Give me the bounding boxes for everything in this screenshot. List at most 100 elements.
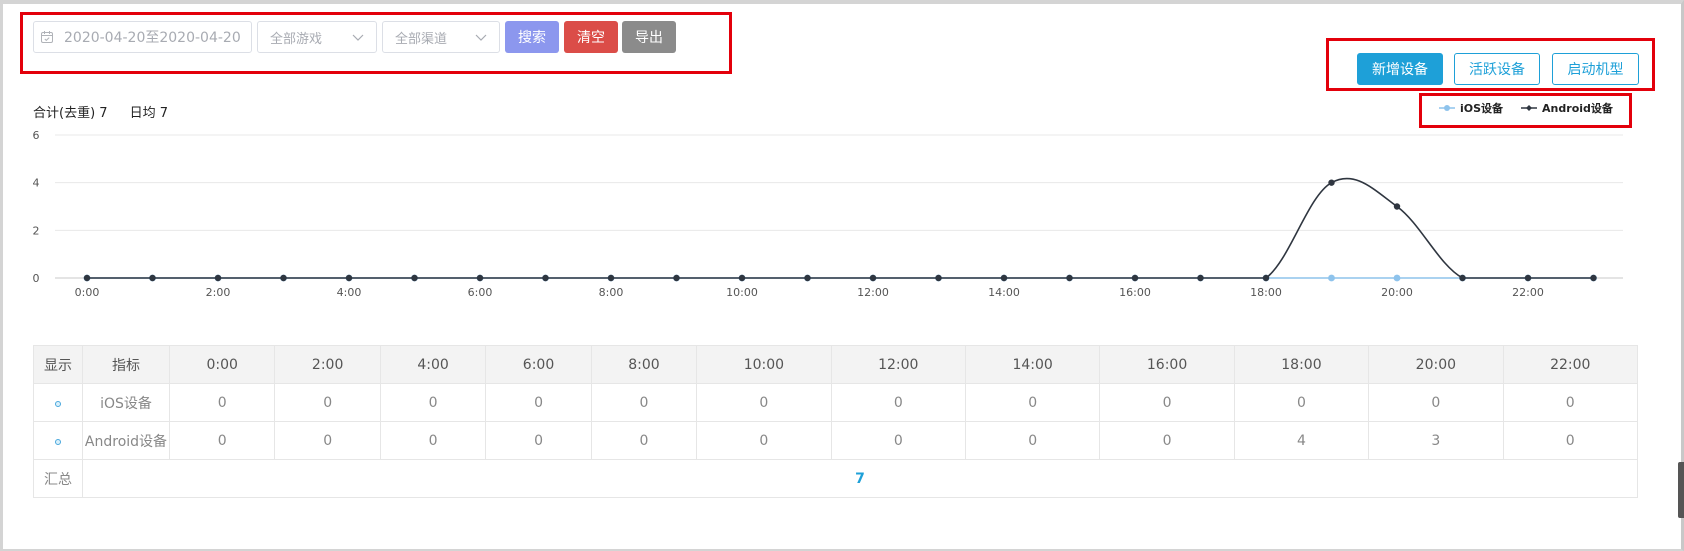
android-series-line — [86, 177, 1594, 279]
value-cell: 0 — [590, 383, 698, 422]
channel-select[interactable]: 全部渠道 — [382, 21, 500, 53]
header-metric: 指标 — [82, 345, 170, 384]
value-cell: 0 — [696, 383, 832, 422]
value-cell: 4 — [1233, 421, 1370, 460]
header-hour: 6:00 — [485, 345, 592, 384]
android-data-point — [1131, 274, 1139, 282]
series-visibility-dot-icon[interactable] — [55, 438, 61, 445]
android-data-point — [149, 274, 156, 282]
android-data-point — [1459, 274, 1466, 282]
android-data-point — [935, 274, 942, 282]
android-data-point — [1197, 274, 1204, 282]
android-data-point — [1000, 274, 1008, 282]
android-data-point — [280, 274, 287, 282]
metric-name-cell: iOS设备 — [82, 383, 170, 422]
y-tick-label: 0 — [33, 272, 40, 285]
tab-startup-models[interactable]: 启动机型 — [1552, 53, 1639, 85]
value-cell: 0 — [1099, 383, 1235, 422]
android-data-point — [542, 274, 549, 282]
android-data-point — [476, 274, 484, 282]
calendar-icon — [41, 31, 53, 43]
android-data-point — [214, 274, 222, 282]
chevron-down-icon — [352, 34, 364, 41]
value-cell: 0 — [590, 421, 698, 460]
value-cell: 0 — [696, 421, 832, 460]
header-hour: 22:00 — [1502, 345, 1639, 384]
x-tick-label: 10:00 — [726, 286, 758, 299]
x-tick-label: 0:00 — [75, 286, 100, 299]
value-cell: 0 — [274, 383, 381, 422]
clear-button[interactable]: 清空 — [564, 21, 618, 53]
summary-bar: 合计(去重) 7 日均 7 — [33, 102, 168, 121]
value-cell: 0 — [830, 421, 966, 460]
data-table: 显示 指标 0:00 2:00 4:00 6:00 8:00 10:00 12:00 14:00 1… — [33, 345, 1639, 498]
android-data-point — [1590, 274, 1597, 282]
date-range-picker[interactable]: 2020-04-20至2020-04-20 — [33, 21, 252, 53]
export-button[interactable]: 导出 — [622, 21, 676, 53]
header-hour: 14:00 — [964, 345, 1101, 384]
table-header-row: 显示 指标 0:00 2:00 4:00 6:00 8:00 10:00 12:00 14:00 1… — [33, 345, 1639, 384]
value-cell: 0 — [485, 383, 592, 422]
header-hour: 10:00 — [696, 345, 832, 384]
header-hour: 4:00 — [379, 345, 487, 384]
tab-new-devices[interactable]: 新增设备 — [1357, 53, 1443, 85]
table-row: Android设备 0 0 0 0 0 0 0 0 0 4 3 0 — [33, 421, 1639, 460]
y-tick-label: 4 — [33, 177, 40, 190]
table-total-row: 汇总 7 — [33, 459, 1638, 498]
metric-name-cell: Android设备 — [82, 421, 170, 460]
value-cell: 3 — [1368, 421, 1504, 460]
x-tick-label: 8:00 — [599, 286, 624, 299]
x-tick-label: 20:00 — [1381, 286, 1413, 299]
android-data-point — [1524, 274, 1532, 282]
y-tick-label: 2 — [33, 224, 40, 237]
android-data-point — [411, 274, 418, 282]
value-cell: 0 — [168, 383, 276, 422]
table-row: iOS设备 0 0 0 0 0 0 0 0 0 0 0 0 — [33, 383, 1639, 422]
value-cell: 0 — [274, 421, 381, 460]
android-data-point — [1328, 179, 1335, 186]
header-hour: 12:00 — [830, 345, 966, 384]
header-hour: 0:00 — [168, 345, 276, 384]
header-show: 显示 — [33, 345, 83, 384]
game-select-value: 全部游戏 — [270, 31, 323, 47]
value-cell: 0 — [168, 421, 276, 460]
scrollbar-handle[interactable] — [1678, 462, 1684, 518]
legend-item-android[interactable]: Android设备 — [1521, 100, 1613, 116]
game-select[interactable]: 全部游戏 — [257, 21, 377, 53]
header-hour: 16:00 — [1099, 345, 1235, 384]
header-hour: 2:00 — [274, 345, 381, 384]
legend-label-ios: iOS设备 — [1460, 102, 1504, 115]
show-toggle-cell[interactable] — [33, 383, 83, 422]
x-tick-label: 12:00 — [857, 286, 889, 299]
value-cell: 0 — [1368, 383, 1504, 422]
android-data-point — [345, 274, 353, 282]
legend-item-ios[interactable]: iOS设备 — [1439, 100, 1503, 116]
ios-series-marker — [1439, 105, 1455, 111]
android-data-point — [1066, 274, 1073, 282]
value-cell: 0 — [485, 421, 592, 460]
header-hour: 20:00 — [1368, 345, 1504, 384]
x-tick-label: 16:00 — [1119, 286, 1151, 299]
legend-label-android: Android设备 — [1542, 102, 1613, 115]
android-series-marker — [1521, 105, 1538, 111]
x-tick-label: 14:00 — [988, 286, 1020, 299]
android-data-point — [1393, 203, 1401, 210]
android-data-point — [804, 274, 811, 282]
x-tick-label: 2:00 — [206, 286, 231, 299]
value-cell: 0 — [1233, 383, 1370, 422]
android-data-point — [1262, 274, 1270, 282]
series-visibility-dot-icon[interactable] — [55, 400, 61, 407]
tab-active-devices[interactable]: 活跃设备 — [1454, 53, 1540, 85]
x-tick-label: 6:00 — [468, 286, 493, 299]
chart-legend: iOS设备 Android设备 — [1439, 100, 1613, 116]
search-button[interactable]: 搜索 — [505, 21, 559, 53]
android-data-point — [869, 274, 877, 282]
daily-average-label: 日均 7 — [129, 106, 168, 121]
android-data-point — [83, 274, 91, 282]
x-tick-label: 22:00 — [1512, 286, 1544, 299]
android-data-point — [607, 274, 615, 282]
y-tick-label: 6 — [33, 129, 40, 142]
show-toggle-cell[interactable] — [33, 421, 83, 460]
channel-select-value: 全部渠道 — [395, 31, 448, 47]
value-cell: 0 — [1099, 421, 1235, 460]
